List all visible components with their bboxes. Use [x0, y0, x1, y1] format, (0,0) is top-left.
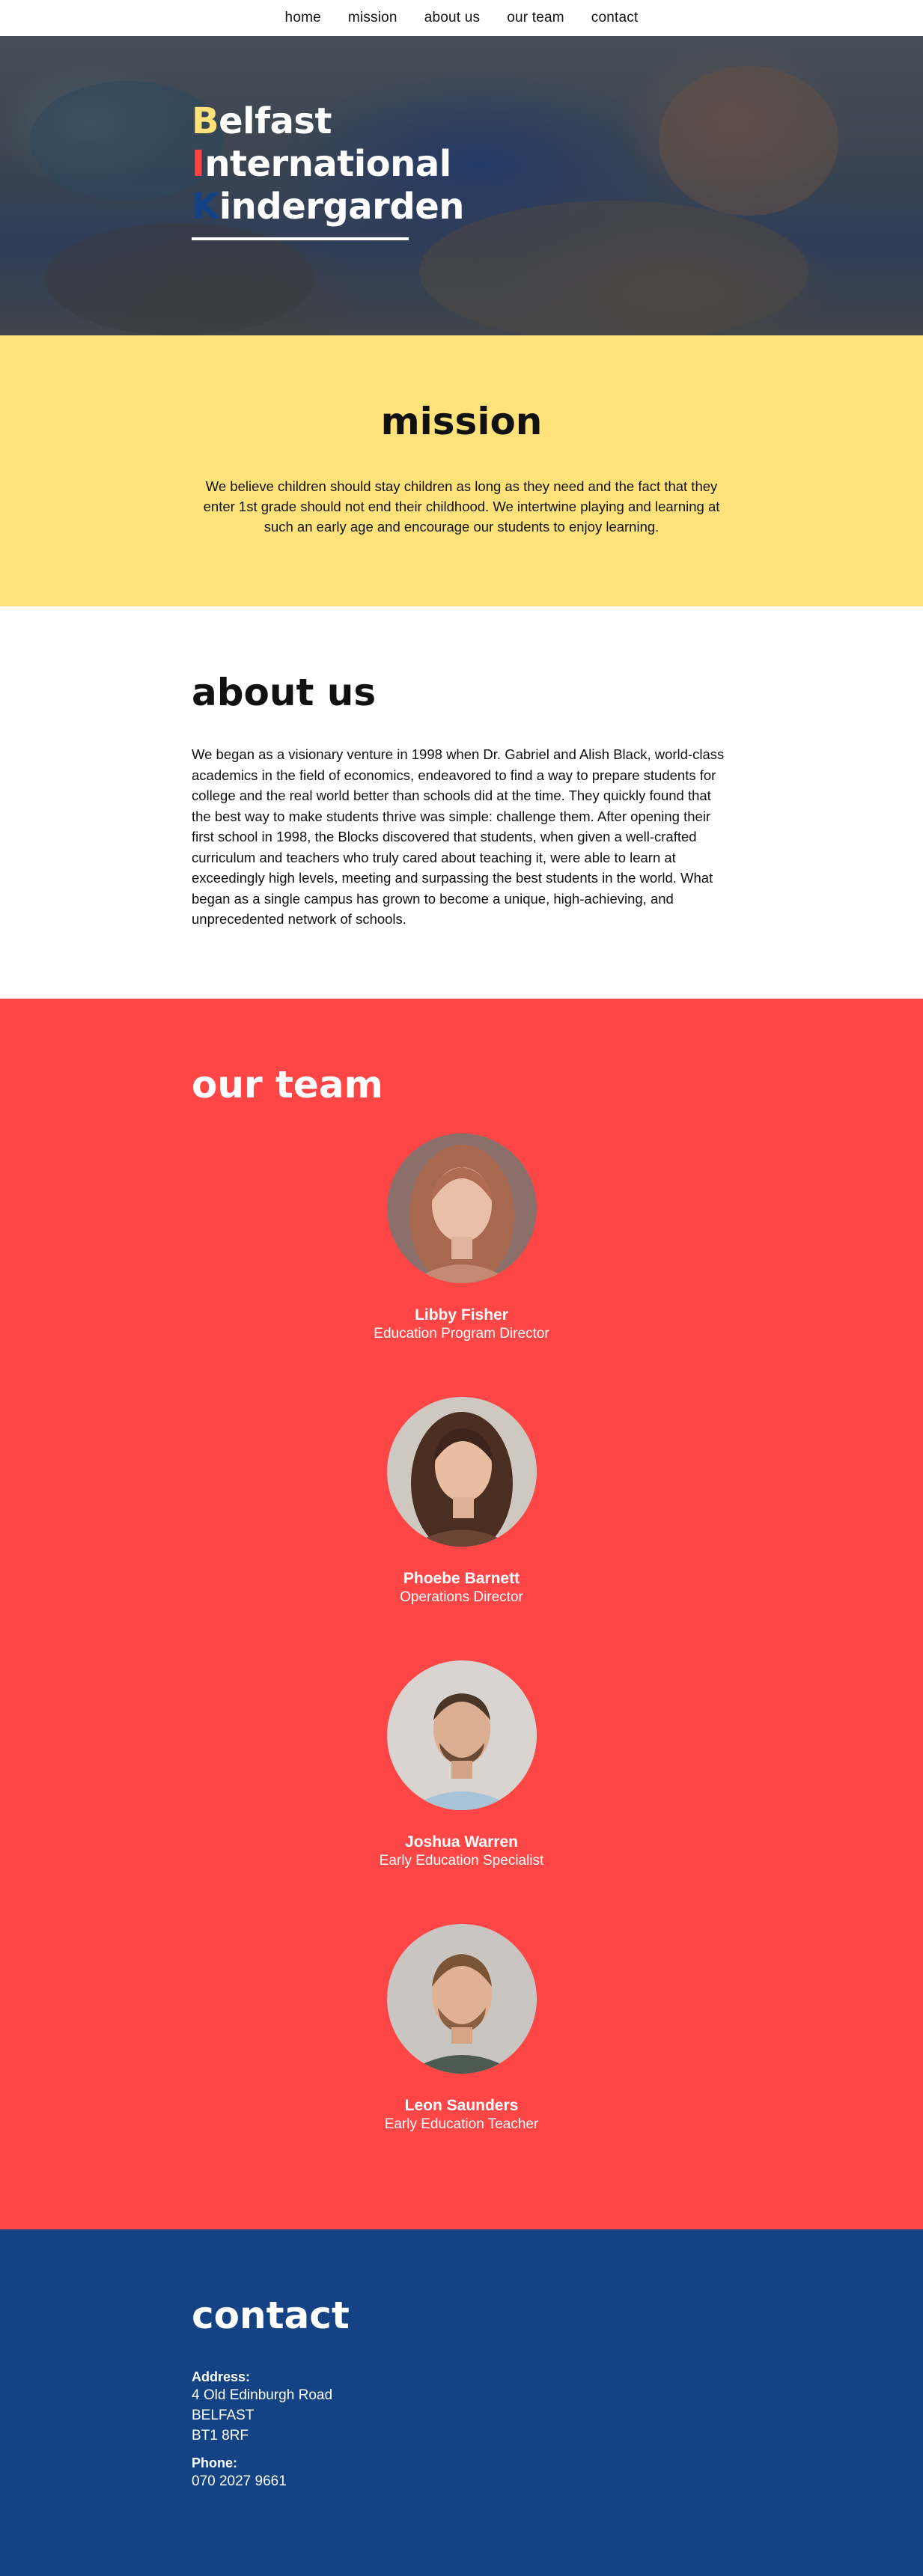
phone-label: Phone:: [192, 2455, 237, 2470]
hero-banner: Belfast International Kindergarden: [0, 36, 923, 335]
team-member-card: Libby Fisher Education Program Director: [312, 1133, 612, 1343]
hero-line-kindergarden: Kindergarden: [192, 186, 464, 228]
address-line: BT1 8RF: [192, 2428, 249, 2443]
avatar: [386, 1397, 537, 1547]
nav-link-about-us[interactable]: about us: [424, 10, 481, 26]
hero-initial: I: [192, 143, 205, 185]
nav-link-home[interactable]: home: [285, 10, 321, 26]
mission-title: mission: [380, 400, 543, 443]
contact-title: contact: [192, 2294, 350, 2337]
portrait-icon: [386, 1660, 537, 1810]
member-role: Education Program Director: [374, 1326, 549, 1342]
team-member-card: Joshua Warren Early Education Specialist: [312, 1660, 612, 1870]
team-member-card: Leon Saunders Early Education Teacher: [312, 1924, 612, 2134]
address-label: Address:: [192, 2369, 251, 2384]
nav-link-contact[interactable]: contact: [591, 10, 639, 26]
hero-photo-background: [659, 66, 838, 216]
member-name: Libby Fisher: [415, 1306, 508, 1324]
address-line: BELFAST: [192, 2408, 255, 2423]
member-role: Early Education Specialist: [379, 1853, 544, 1869]
member-role: Operations Director: [400, 1589, 523, 1605]
mission-text: We believe children should stay children…: [203, 478, 720, 535]
member-name: Leon Saunders: [404, 2097, 519, 2114]
address-line: 4 Old Edinburgh Road: [192, 2387, 333, 2403]
hero-initial: K: [192, 186, 219, 228]
avatar: [386, 1660, 537, 1810]
nav-link-our-team[interactable]: our team: [507, 10, 564, 26]
team-member-card: Phoebe Barnett Operations Director: [312, 1397, 612, 1607]
hero-line-international: International: [192, 143, 464, 186]
portrait-icon: [386, 1924, 537, 2074]
about-text: We began as a visionary venture in 1998 …: [192, 746, 725, 927]
hero-photo-background: [419, 201, 808, 335]
hero-underline: [192, 237, 409, 240]
contact-section: contact Address: 4 Old Edinburgh Road BE…: [0, 2229, 923, 2576]
hero-line-belfast: Belfast: [192, 100, 464, 143]
team-section: our team Libby Fisher Education Program …: [0, 999, 923, 2229]
nav-link-mission[interactable]: mission: [348, 10, 397, 26]
mission-section: mission We believe children should stay …: [0, 335, 923, 606]
hero-title: Belfast International Kindergarden: [192, 100, 464, 240]
phone-number[interactable]: 070 2027 9661: [192, 2471, 923, 2491]
hero-word: indergarden: [219, 186, 465, 228]
portrait-icon: [386, 1133, 537, 1283]
member-role: Early Education Teacher: [384, 2116, 539, 2132]
team-members-list: Libby Fisher Education Program Director …: [0, 1133, 923, 2134]
avatar: [386, 1924, 537, 2074]
hero-word: nternational: [204, 143, 451, 185]
member-name: Joshua Warren: [405, 1833, 518, 1851]
about-section: about us We began as a visionary venture…: [0, 606, 923, 999]
hero-initial: B: [192, 100, 219, 142]
top-navigation: home mission about us our team contact: [0, 0, 923, 36]
avatar: [386, 1133, 537, 1283]
portrait-icon: [386, 1397, 537, 1547]
hero-word: elfast: [219, 100, 332, 142]
about-title: about us: [192, 671, 377, 714]
member-name: Phoebe Barnett: [403, 1570, 520, 1587]
team-title: our team: [192, 1063, 383, 1106]
